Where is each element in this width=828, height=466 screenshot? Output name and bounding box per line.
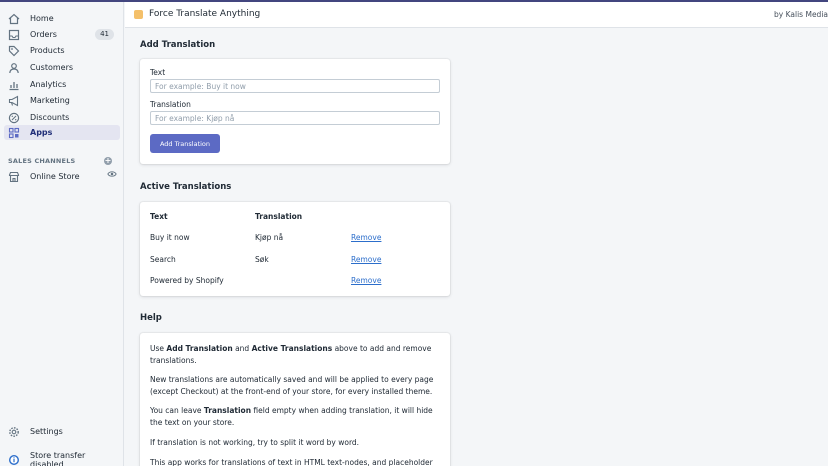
- remove-link[interactable]: Remove: [351, 233, 381, 242]
- active-translations-card: Text Translation Buy it now Kjøp nå Remo…: [140, 202, 450, 296]
- sidebar-item-label: Analytics: [30, 80, 67, 89]
- orders-icon: [8, 29, 20, 41]
- help-paragraph: Use Add Translation and Active Translati…: [150, 344, 432, 365]
- sidebar-item-apps[interactable]: Apps: [4, 125, 120, 140]
- info-icon: [8, 454, 20, 466]
- remove-link[interactable]: Remove: [351, 276, 381, 285]
- row-text: Powered by Shopify: [150, 276, 224, 285]
- sidebar-item-settings[interactable]: Settings: [4, 424, 120, 439]
- home-icon: [8, 13, 20, 25]
- sidebar-item-label: Products: [30, 46, 65, 55]
- chart-icon: [8, 79, 20, 91]
- person-icon: [8, 62, 20, 74]
- help-paragraph: This app works for translations of text …: [150, 458, 433, 466]
- eye-icon[interactable]: [107, 169, 117, 179]
- column-header-text: Text: [150, 212, 168, 221]
- sidebar-item-discounts[interactable]: Discounts: [4, 110, 120, 125]
- add-sales-channel-icon[interactable]: +: [104, 157, 112, 165]
- sidebar-item-label: Home: [30, 14, 54, 23]
- sidebar-item-label: Orders: [30, 30, 57, 39]
- gear-icon: [8, 426, 20, 438]
- app-logo-icon: [134, 10, 143, 19]
- app-title: Force Translate Anything: [149, 9, 261, 19]
- sales-channels-heading: SALES CHANNELS: [8, 157, 76, 165]
- help-heading: Help: [140, 313, 162, 323]
- add-translation-card: Text Translation Add Translation: [140, 59, 450, 164]
- store-transfer-label: Store transfer disabled: [30, 450, 86, 466]
- row-text: Buy it now: [150, 233, 190, 242]
- store-icon: [8, 171, 20, 183]
- sidebar-item-label: Customers: [30, 63, 74, 72]
- help-paragraph: New translations are automatically saved…: [150, 375, 434, 396]
- sidebar: Home Orders 41 Products Customers Analyt…: [0, 2, 124, 466]
- translation-input[interactable]: [150, 111, 440, 125]
- add-translation-heading: Add Translation: [140, 40, 216, 50]
- text-field-label: Text: [150, 68, 166, 77]
- sidebar-item-label: Apps: [30, 128, 53, 137]
- row-translation: Kjøp nå: [255, 233, 284, 242]
- help-card: Use Add Translation and Active Translati…: [140, 333, 450, 466]
- sidebar-item-home[interactable]: Home: [4, 11, 120, 26]
- add-translation-button[interactable]: Add Translation: [150, 134, 220, 153]
- sidebar-item-customers[interactable]: Customers: [4, 60, 120, 75]
- sidebar-item-orders[interactable]: Orders 41: [4, 27, 120, 42]
- sidebar-item-label: Marketing: [30, 96, 70, 105]
- help-paragraph: If translation is not working, try to sp…: [150, 438, 360, 447]
- app-header: Force Translate Anything by Kalis Media: [125, 2, 828, 28]
- sidebar-item-online-store[interactable]: Online Store: [4, 169, 120, 184]
- sidebar-item-label: Discounts: [30, 113, 70, 122]
- remove-link[interactable]: Remove: [351, 255, 381, 264]
- sidebar-item-label: Online Store: [30, 172, 80, 181]
- active-translations-heading: Active Translations: [140, 182, 232, 192]
- apps-icon: [8, 127, 20, 139]
- row-text: Search: [150, 255, 176, 264]
- sidebar-item-products[interactable]: Products: [4, 43, 120, 58]
- sidebar-item-marketing[interactable]: Marketing: [4, 93, 120, 108]
- discount-icon: [8, 112, 20, 124]
- store-transfer-status: Store transfer disabled: [4, 450, 120, 466]
- sidebar-item-analytics[interactable]: Analytics: [4, 77, 120, 92]
- translation-field-label: Translation: [150, 100, 191, 109]
- column-header-translation: Translation: [255, 212, 303, 221]
- megaphone-icon: [8, 95, 20, 107]
- row-translation: Søk: [255, 255, 269, 264]
- help-paragraph: You can leave Translation field empty wh…: [150, 406, 433, 427]
- orders-count-badge: 41: [95, 29, 114, 40]
- tag-icon: [8, 45, 20, 57]
- text-input[interactable]: [150, 79, 440, 93]
- developer-byline[interactable]: by Kalis Media: [774, 10, 828, 19]
- sidebar-item-label: Settings: [30, 427, 63, 436]
